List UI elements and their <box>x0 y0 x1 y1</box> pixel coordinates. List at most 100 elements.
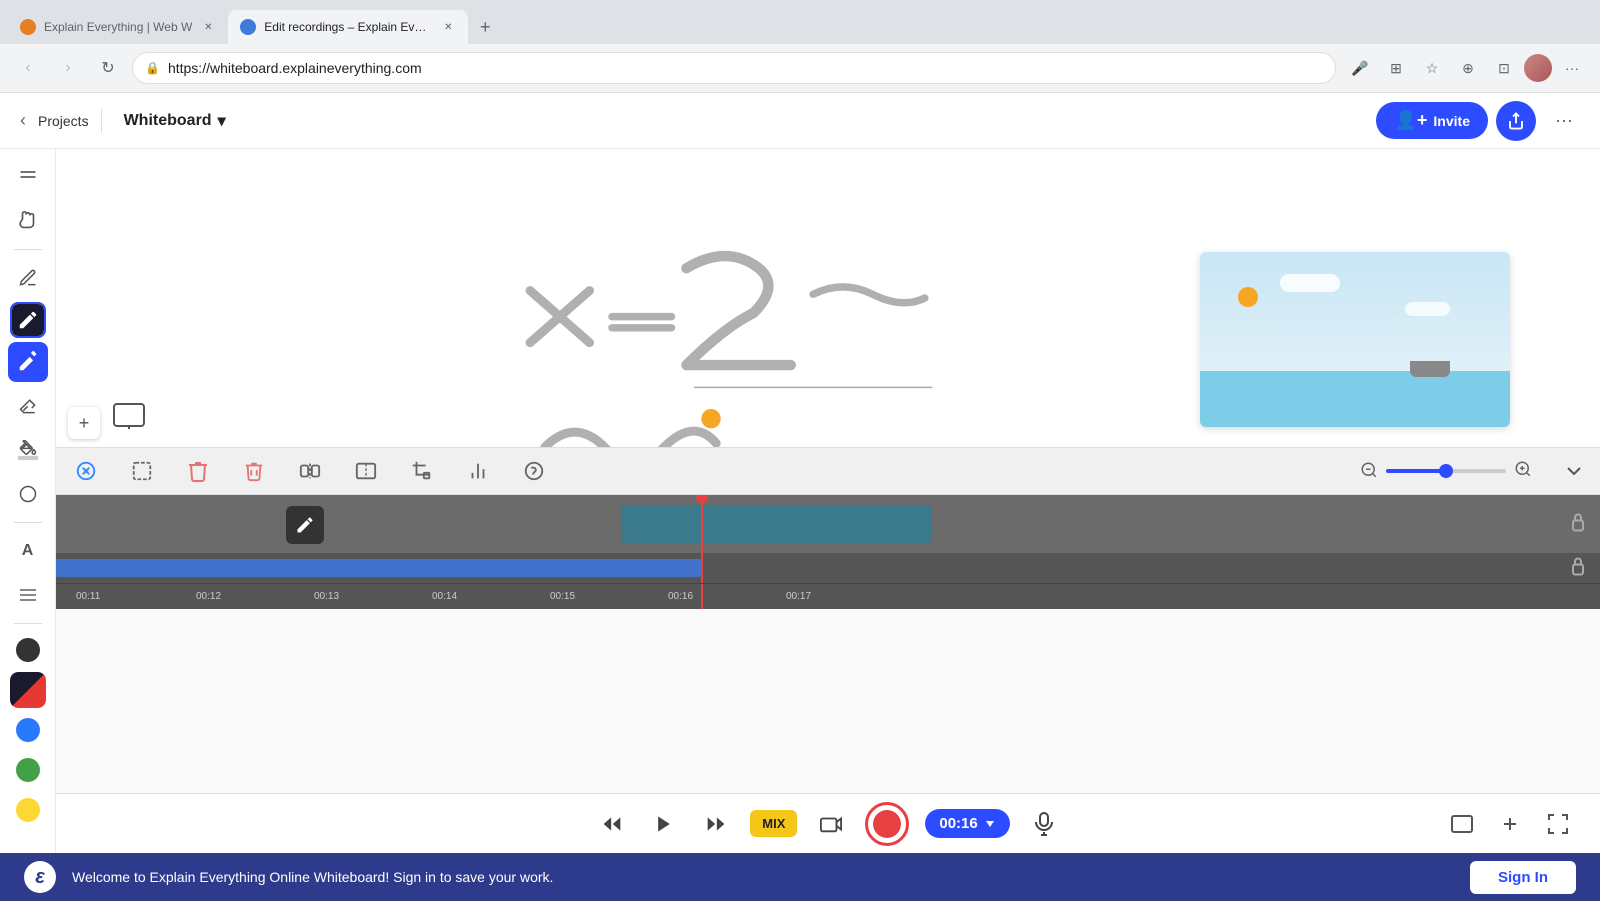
tab-1[interactable]: Explain Everything | Web W ✕ <box>8 10 228 44</box>
add-screen-button[interactable] <box>1444 806 1480 842</box>
profile-avatar[interactable] <box>1524 54 1552 82</box>
help-button[interactable] <box>516 453 552 489</box>
select-button[interactable] <box>124 453 160 489</box>
mix-button[interactable]: MIX <box>750 810 797 837</box>
water <box>1200 371 1510 427</box>
fullscreen-button[interactable] <box>1540 806 1576 842</box>
more-options-button[interactable]: ··· <box>1544 101 1584 141</box>
tab-2-close[interactable]: ✕ <box>440 19 456 35</box>
stats-button[interactable] <box>460 453 496 489</box>
tool-lines-button[interactable] <box>8 575 48 615</box>
project-title-button[interactable]: Whiteboard ▾ <box>114 105 236 137</box>
trim-button[interactable] <box>404 453 440 489</box>
tool-shapes-button[interactable] <box>8 474 48 514</box>
ruler-mark-4: 00:15 <box>550 591 575 602</box>
screen-overlay-button[interactable] <box>112 402 146 435</box>
back-to-projects-button[interactable]: ‹ <box>16 106 30 135</box>
sync-button[interactable]: ⊡ <box>1488 52 1520 84</box>
tool-pen-button[interactable] <box>8 258 48 298</box>
lock-icon: 🔒 <box>145 61 160 75</box>
edit-paint-button[interactable] <box>68 453 104 489</box>
play-button[interactable] <box>646 806 682 842</box>
tool-hand-button[interactable] <box>8 201 48 241</box>
cloud-1 <box>1280 274 1340 292</box>
track-1-lock-icon[interactable] <box>1570 512 1586 537</box>
nav-actions: 🎤 ⊞ ☆ ⊕ ⊡ ··· <box>1344 52 1588 84</box>
video-clip-1[interactable] <box>621 505 931 543</box>
tool-eraser-button[interactable] <box>8 386 48 426</box>
share-button[interactable] <box>1496 101 1536 141</box>
favorites-button[interactable]: ☆ <box>1416 52 1448 84</box>
back-button[interactable]: ‹ <box>12 52 44 84</box>
merge-button[interactable] <box>348 453 384 489</box>
app-bar: ‹ Projects Whiteboard ▾ 👤+ Invite ··· <box>0 93 1600 149</box>
ruler-mark-0: 00:11 <box>76 591 100 602</box>
tab-2-title: Edit recordings – Explain Everyth <box>264 20 432 34</box>
add-item-button[interactable] <box>1492 806 1528 842</box>
ruler-mark-1: 00:12 <box>196 591 221 602</box>
color-black-button[interactable] <box>10 632 46 668</box>
color-green-button[interactable] <box>10 752 46 788</box>
zoom-slider[interactable] <box>1386 469 1506 473</box>
record-button[interactable] <box>865 802 909 846</box>
whiteboard-canvas[interactable]: + <box>56 149 1600 447</box>
audio-clip[interactable] <box>56 559 701 577</box>
invite-button[interactable]: 👤+ Invite <box>1376 102 1488 139</box>
address-text: https://whiteboard.explaineverything.com <box>168 60 422 76</box>
browser-more-button[interactable]: ··· <box>1556 52 1588 84</box>
projects-button[interactable]: Projects <box>38 113 89 129</box>
footer-banner: ε Welcome to Explain Everything Online W… <box>0 853 1600 901</box>
color-red-button[interactable] <box>10 672 46 708</box>
fast-forward-button[interactable] <box>698 806 734 842</box>
extensions-button[interactable]: ⊞ <box>1380 52 1412 84</box>
left-toolbar: A <box>0 149 56 853</box>
scene-overlay <box>1200 252 1510 427</box>
camera-button[interactable] <box>813 806 849 842</box>
playback-controls: MIX 00:16 <box>56 793 1600 853</box>
zoom-in-button[interactable] <box>1514 460 1532 483</box>
expand-timeline-button[interactable] <box>1560 457 1588 485</box>
zoom-out-button[interactable] <box>1360 461 1378 482</box>
mic-button[interactable] <box>1026 806 1062 842</box>
zoom-in-canvas-button[interactable]: + <box>68 407 100 439</box>
rewind-button[interactable] <box>594 806 630 842</box>
nav-bar: ‹ › ↻ 🔒 https://whiteboard.explaineveryt… <box>0 44 1600 92</box>
tab-2[interactable]: Edit recordings – Explain Everyth ✕ <box>228 10 468 44</box>
refresh-button[interactable]: ↻ <box>92 52 124 84</box>
zoom-control <box>1360 460 1532 483</box>
tab-1-favicon <box>20 19 36 35</box>
track-2-lock-icon[interactable] <box>1570 556 1586 581</box>
sun <box>1238 287 1258 307</box>
forward-button[interactable]: › <box>52 52 84 84</box>
tool-pen-selected-color[interactable] <box>10 302 46 338</box>
tab-bar: Explain Everything | Web W ✕ Edit record… <box>0 0 1600 44</box>
pencil-clip-button[interactable] <box>286 506 324 544</box>
color-blue-button[interactable] <box>10 712 46 748</box>
ruler-mark-6: 00:17 <box>786 591 811 602</box>
address-bar[interactable]: 🔒 https://whiteboard.explaineverything.c… <box>132 52 1336 84</box>
playhead-head <box>696 495 708 503</box>
color-yellow-button[interactable] <box>10 792 46 828</box>
tool-menu-button[interactable] <box>8 157 48 197</box>
mic-nav-button[interactable]: 🎤 <box>1344 52 1376 84</box>
collections-button[interactable]: ⊕ <box>1452 52 1484 84</box>
tool-marker-button[interactable] <box>8 342 48 382</box>
split-button[interactable] <box>292 453 328 489</box>
tool-text-button[interactable]: A <box>8 531 48 571</box>
playhead-audio <box>701 553 703 583</box>
time-value: 00:16 <box>939 815 977 832</box>
timeline-ruler: 00:11 00:12 00:13 00:14 00:15 00:16 00:1… <box>56 583 1600 609</box>
tab-1-close[interactable]: ✕ <box>200 19 216 35</box>
delete-all-button[interactable] <box>236 453 272 489</box>
app-bar-right: 👤+ Invite ··· <box>1376 101 1584 141</box>
time-display[interactable]: 00:16 <box>925 809 1009 838</box>
main-content: A <box>0 149 1600 853</box>
sign-in-button[interactable]: Sign In <box>1470 861 1576 894</box>
divider <box>101 109 102 133</box>
timeline-tracks: 00:11 00:12 00:13 00:14 00:15 00:16 00:1… <box>56 495 1600 793</box>
ruler-mark-5: 00:16 <box>668 591 693 602</box>
delete-button[interactable] <box>180 453 216 489</box>
app-bar-left: ‹ Projects Whiteboard ▾ <box>16 105 236 137</box>
tool-fill-button[interactable] <box>8 430 48 470</box>
new-tab-button[interactable]: + <box>468 10 502 44</box>
